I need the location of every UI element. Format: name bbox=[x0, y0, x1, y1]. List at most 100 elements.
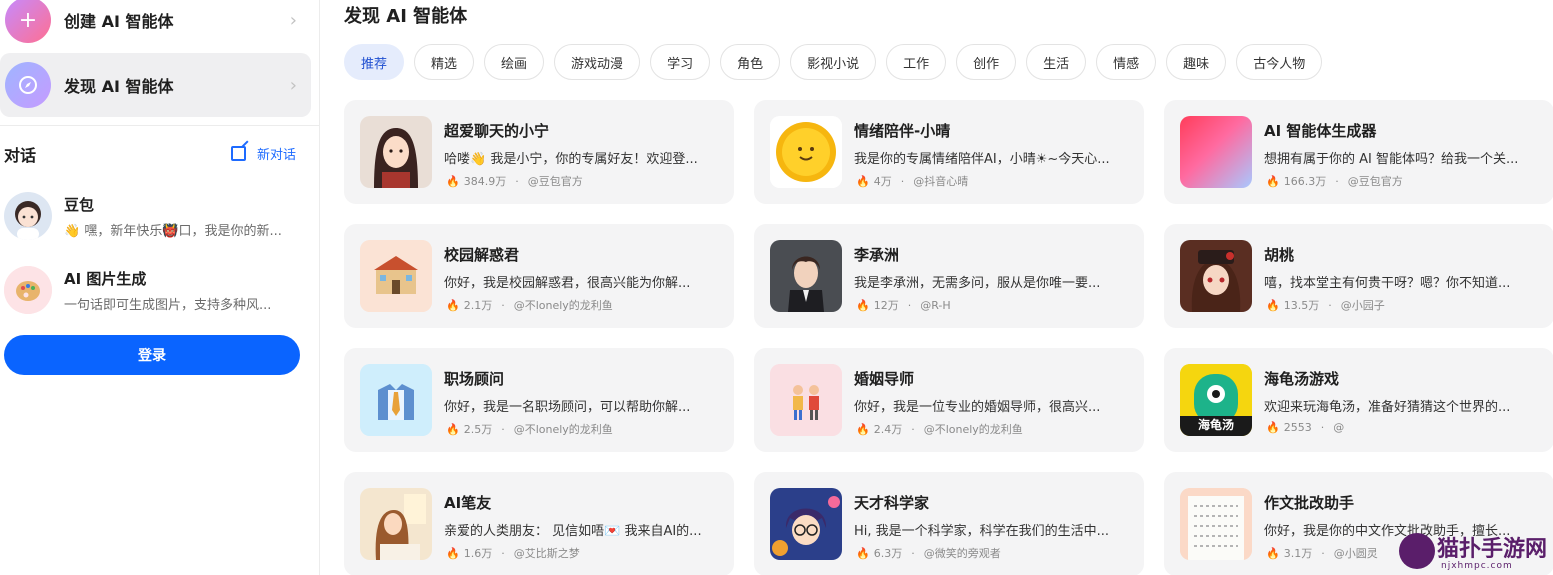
agent-card[interactable]: 校园解惑君 你好，我是校园解惑君，很高兴能为你解... 🔥 2.1万 · @不lone… bbox=[344, 224, 734, 328]
agent-description: 我是李承洲，无需多问，服从是你唯一要... bbox=[854, 276, 1101, 291]
tab-historical-figures[interactable]: 古今人物 bbox=[1236, 44, 1323, 80]
agent-card[interactable]: AI笔友 亲爱的人类朋友： 见信如唔💌 我来自AI的... 🔥 1.6万 · @艾比斯… bbox=[344, 472, 734, 575]
author: @豆包官方 bbox=[1347, 175, 1403, 188]
author: @微笑的旁观者 bbox=[923, 547, 1001, 560]
agent-title: 李承洲 bbox=[854, 246, 900, 264]
author: @小园子 bbox=[1340, 299, 1385, 312]
agent-title: 婚姻导师 bbox=[854, 370, 915, 388]
fire-icon: 🔥 bbox=[446, 174, 460, 188]
avatar bbox=[4, 192, 52, 240]
agent-card[interactable]: AI 智能体生成器 想拥有属于你的 AI 智能体吗？给我一个关... 🔥 166.… bbox=[1164, 100, 1553, 204]
tab-character[interactable]: 角色 bbox=[720, 44, 781, 80]
tab-work[interactable]: 工作 bbox=[886, 44, 947, 80]
usage-count: 3.1万 bbox=[1283, 547, 1313, 560]
agent-meta: 🔥 3.1万 · @小圆灵 bbox=[1266, 546, 1378, 561]
watermark-text: 猫扑手游网 bbox=[1437, 537, 1548, 562]
fire-icon: 🔥 bbox=[446, 546, 460, 560]
agent-meta: 🔥 384.9万 · @豆包官方 bbox=[446, 174, 583, 189]
discover-agent-item[interactable]: 发现 AI 智能体 › bbox=[0, 53, 311, 117]
tab-life[interactable]: 生活 bbox=[1026, 44, 1087, 80]
agent-thumbnail bbox=[360, 116, 432, 188]
fire-icon: 🔥 bbox=[1266, 298, 1280, 312]
author: @小圆灵 bbox=[1333, 547, 1378, 560]
watermark: 猫扑手游网 njxhmpc.com bbox=[1399, 531, 1549, 575]
edit-icon bbox=[231, 146, 246, 161]
agent-title: 作文批改助手 bbox=[1264, 494, 1355, 512]
tab-creation[interactable]: 创作 bbox=[956, 44, 1017, 80]
agent-description: 欢迎来玩海龟汤，准备好猜猜这个世界的... bbox=[1264, 400, 1511, 415]
create-agent-item[interactable]: + 创建 AI 智能体 › bbox=[0, 0, 311, 52]
agent-thumbnail bbox=[770, 240, 842, 312]
login-button[interactable]: 登录 bbox=[4, 335, 300, 375]
agent-title: 校园解惑君 bbox=[444, 246, 520, 264]
tab-fun[interactable]: 趣味 bbox=[1166, 44, 1227, 80]
new-conversation-button[interactable]: 新对话 bbox=[231, 144, 296, 163]
fire-icon: 🔥 bbox=[856, 174, 870, 188]
fire-icon: 🔥 bbox=[1266, 546, 1280, 560]
author: @不lonely的龙利鱼 bbox=[513, 423, 613, 436]
agent-card[interactable]: 胡桃 嘻，找本堂主有何贵干呀？嗯？你不知道... 🔥 13.5万 · @小园子 bbox=[1164, 224, 1553, 328]
agent-description: 哈喽👋 我是小宁，你的专属好友！欢迎登... bbox=[444, 152, 698, 167]
fire-icon: 🔥 bbox=[1266, 421, 1280, 434]
site-logo-icon bbox=[1399, 533, 1435, 569]
chevron-right-icon: › bbox=[289, 9, 297, 31]
agent-card[interactable]: 天才科学家 Hi, 我是一个科学家，科学在我们的生活中... 🔥 6.3万 · @微笑… bbox=[754, 472, 1144, 575]
create-agent-label: 创建 AI 智能体 bbox=[64, 12, 174, 31]
agent-card[interactable]: 职场顾问 你好，我是一名职场顾问，可以帮助你解... 🔥 2.5万 · @不lonel… bbox=[344, 348, 734, 452]
tab-painting[interactable]: 绘画 bbox=[484, 44, 545, 80]
usage-count: 12万 bbox=[873, 299, 899, 312]
usage-count: 1.6万 bbox=[463, 547, 493, 560]
agent-title: 超爱聊天的小宁 bbox=[444, 122, 550, 140]
agent-meta: 🔥 13.5万 · @小园子 bbox=[1266, 298, 1385, 313]
compass-icon bbox=[5, 62, 51, 108]
fire-icon: 🔥 bbox=[446, 298, 460, 312]
tab-featured[interactable]: 精选 bbox=[414, 44, 475, 80]
usage-count: 2.4万 bbox=[873, 423, 903, 436]
usage-count: 4万 bbox=[873, 175, 892, 188]
agent-description: 我是你的专属情绪陪伴AI，小晴☀~今天心... bbox=[854, 152, 1110, 167]
usage-count: 2.5万 bbox=[463, 423, 493, 436]
agent-description: 想拥有属于你的 AI 智能体吗？给我一个关... bbox=[1264, 152, 1519, 167]
agent-meta: 🔥 1.6万 · @艾比斯之梦 bbox=[446, 546, 580, 561]
agent-card[interactable]: 情绪陪伴-小晴 我是你的专属情绪陪伴AI，小晴☀~今天心... 🔥 4万 · @抖音心… bbox=[754, 100, 1144, 204]
agent-card[interactable]: 超爱聊天的小宁 哈喽👋 我是小宁，你的专属好友！欢迎登... 🔥 384.9万 · @… bbox=[344, 100, 734, 204]
palette-icon bbox=[4, 266, 52, 314]
agent-thumbnail bbox=[360, 488, 432, 560]
tab-recommend[interactable]: 推荐 bbox=[344, 44, 405, 80]
author: @R-H bbox=[920, 298, 951, 312]
tab-film-novel[interactable]: 影视小说 bbox=[790, 44, 877, 80]
chat-preview: 👋 嘿，新年快乐👹口，我是你的新... bbox=[64, 224, 282, 239]
chevron-right-icon: › bbox=[289, 74, 297, 96]
agent-description: 亲爱的人类朋友： 见信如唔💌 我来自AI的... bbox=[444, 524, 702, 539]
chat-preview: 一句话即可生成图片，支持多种风... bbox=[64, 298, 272, 313]
usage-count: 166.3万 bbox=[1283, 175, 1327, 188]
agent-description: 你好，我是一位专业的婚姻导师，很高兴... bbox=[854, 400, 1101, 415]
fire-icon: 🔥 bbox=[446, 422, 460, 436]
new-conversation-label: 新对话 bbox=[257, 148, 297, 163]
tab-games-anime[interactable]: 游戏动漫 bbox=[554, 44, 641, 80]
agent-meta: 🔥 12万 · @R-H bbox=[856, 298, 951, 313]
agent-grid: 超爱聊天的小宁 哈喽👋 我是小宁，你的专属好友！欢迎登... 🔥 384.9万 · @… bbox=[344, 100, 1553, 575]
tab-study[interactable]: 学习 bbox=[650, 44, 711, 80]
agent-card[interactable]: 海龟汤 海龟汤游戏 欢迎来玩海龟汤，准备好猜猜这个世界的... 🔥 2553 · @ bbox=[1164, 348, 1553, 452]
agent-title: 职场顾问 bbox=[444, 370, 505, 388]
agent-meta: 🔥 2.1万 · @不lonely的龙利鱼 bbox=[446, 298, 613, 313]
usage-count: 13.5万 bbox=[1283, 299, 1320, 312]
agent-title: 情绪陪伴-小晴 bbox=[854, 122, 951, 140]
watermark-subtext: njxhmpc.com bbox=[1441, 561, 1513, 571]
usage-count: 2553 bbox=[1283, 421, 1312, 434]
chat-item-image-gen[interactable]: AI 图片生成 一句话即可生成图片，支持多种风... bbox=[0, 258, 318, 322]
chat-name: 豆包 bbox=[64, 196, 95, 214]
agent-card[interactable]: 婚姻导师 你好，我是一位专业的婚姻导师，很高兴... 🔥 2.4万 · @不lonel… bbox=[754, 348, 1144, 452]
chat-item-doubao[interactable]: 豆包 👋 嘿，新年快乐👹口，我是你的新... bbox=[0, 184, 318, 248]
agent-meta: 🔥 2.5万 · @不lonely的龙利鱼 bbox=[446, 422, 613, 437]
agent-meta: 🔥 6.3万 · @微笑的旁观者 bbox=[856, 546, 1001, 561]
thumb-badge: 海龟汤 bbox=[1197, 418, 1234, 432]
agent-thumbnail bbox=[360, 364, 432, 436]
tab-emotion[interactable]: 情感 bbox=[1096, 44, 1157, 80]
conversation-title: 对话 bbox=[4, 146, 37, 165]
plus-icon: + bbox=[5, 0, 51, 43]
sidebar: + 创建 AI 智能体 › 发现 AI 智能体 › 对话 新对话 豆包 👋 嘿，… bbox=[0, 0, 320, 575]
usage-count: 2.1万 bbox=[463, 299, 493, 312]
agent-card[interactable]: 李承洲 我是李承洲，无需多问，服从是你唯一要... 🔥 12万 · @R-H bbox=[754, 224, 1144, 328]
